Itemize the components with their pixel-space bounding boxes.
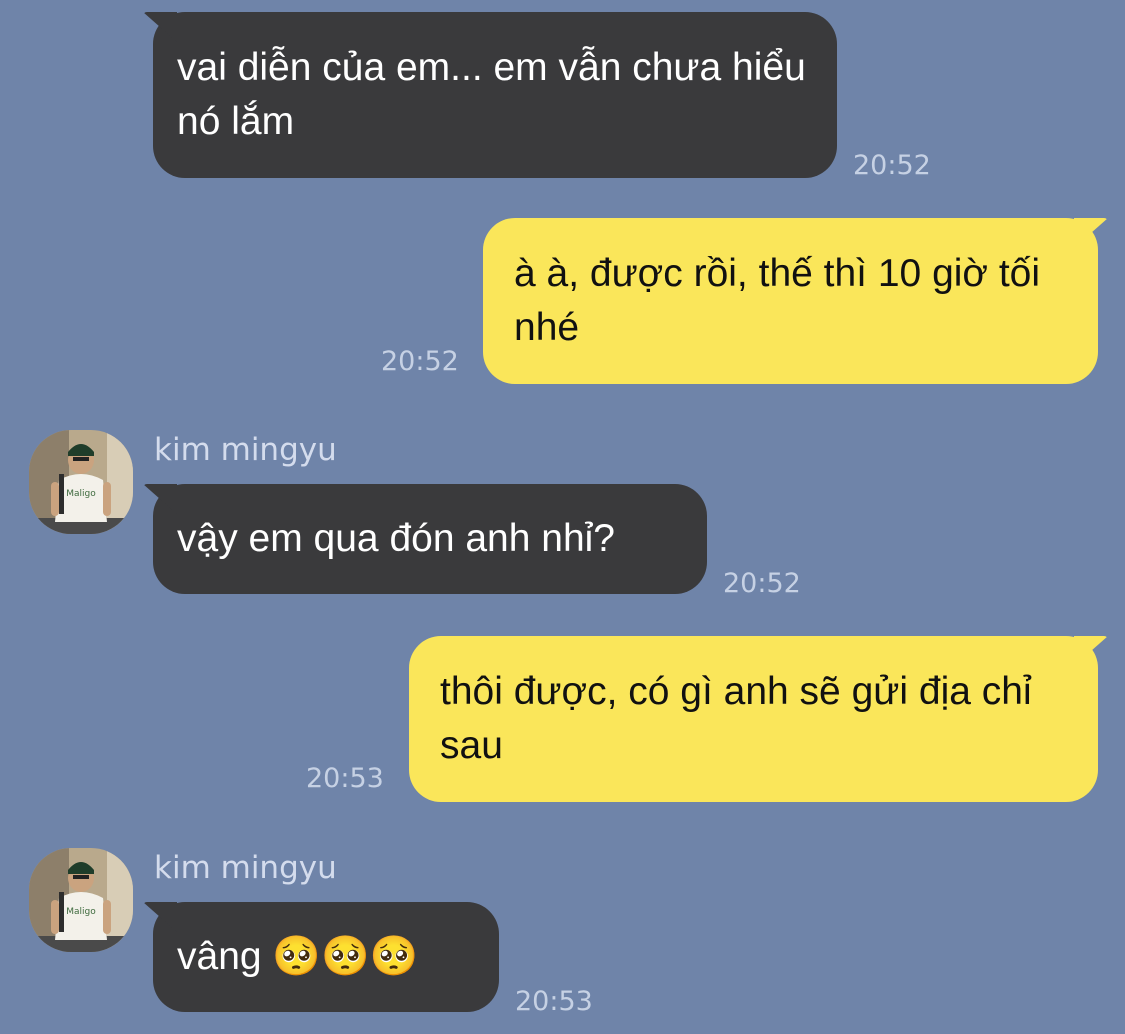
message-text: thôi được, có gì anh sẽ gửi địa chỉ sau xyxy=(440,670,1032,767)
message-bubble-incoming[interactable]: vậy em qua đón anh nhỉ? xyxy=(153,484,707,594)
message-bubble-incoming[interactable]: vai diễn của em... em vẫn chưa hiểu nó l… xyxy=(153,12,837,178)
svg-text:Maligo: Maligo xyxy=(66,489,96,499)
message-bubble-outgoing[interactable]: thôi được, có gì anh sẽ gửi địa chỉ sau xyxy=(409,636,1098,802)
message-text: vậy em qua đón anh nhỉ? xyxy=(177,517,615,560)
message-timestamp: 20:52 xyxy=(853,150,931,181)
message-bubble-outgoing[interactable]: à à, được rồi, thế thì 10 giờ tối nhé xyxy=(483,218,1098,384)
svg-text:Maligo: Maligo xyxy=(66,907,96,917)
message-text: vai diễn của em... em vẫn chưa hiểu nó l… xyxy=(177,46,806,143)
sender-name: kim mingyu xyxy=(154,432,337,468)
message-timestamp: 20:53 xyxy=(515,986,593,1017)
message-timestamp: 20:52 xyxy=(723,568,801,599)
sender-avatar-icon[interactable]: Maligo xyxy=(29,430,133,534)
sender-name: kim mingyu xyxy=(154,850,337,886)
message-timestamp: 20:53 xyxy=(306,763,384,794)
message-text: vâng 🥺🥺🥺 xyxy=(177,935,419,978)
message-bubble-incoming[interactable]: vâng 🥺🥺🥺 xyxy=(153,902,499,1012)
sender-avatar-icon[interactable]: Maligo xyxy=(29,848,133,952)
message-text: à à, được rồi, thế thì 10 giờ tối nhé xyxy=(514,252,1041,349)
message-timestamp: 20:52 xyxy=(381,346,459,377)
